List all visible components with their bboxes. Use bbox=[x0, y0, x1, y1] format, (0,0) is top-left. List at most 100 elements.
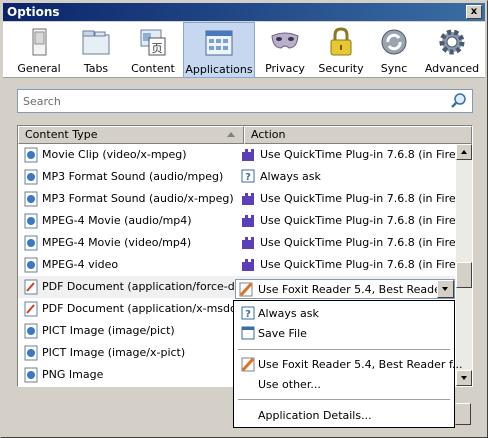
tab-label: Security bbox=[318, 62, 364, 75]
action-text: Always ask bbox=[260, 170, 321, 183]
media-file-icon bbox=[24, 257, 38, 273]
action-text: Use QuickTime Plug-in 7.6.8 (in Firefox) bbox=[260, 214, 473, 227]
general-icon bbox=[32, 28, 47, 56]
title-bar: Options x bbox=[3, 3, 485, 21]
tab-label: Content bbox=[131, 62, 175, 75]
question-icon: ? bbox=[241, 306, 255, 320]
tab-advanced[interactable]: Advanced bbox=[421, 22, 483, 78]
table-row[interactable]: MPEG-4 Movie (audio/mp4) Use QuickTime P… bbox=[18, 210, 472, 232]
plugin-icon bbox=[242, 215, 254, 227]
close-button[interactable]: x bbox=[466, 5, 482, 19]
content-type: MPEG-4 Movie (video/mp4) bbox=[42, 236, 192, 249]
menu-item-label: Save File bbox=[258, 327, 307, 340]
save-window-icon bbox=[241, 326, 255, 340]
plugin-icon bbox=[242, 259, 254, 271]
svg-text:?: ? bbox=[245, 309, 251, 320]
table-row[interactable]: MPEG-4 Movie (video/mp4) Use QuickTime P… bbox=[18, 232, 472, 254]
gear-icon bbox=[439, 29, 465, 55]
action-text: Use QuickTime Plug-in 7.6.8 (in Firefox) bbox=[260, 148, 473, 161]
tab-sync[interactable]: Sync bbox=[371, 22, 417, 78]
scroll-up-button[interactable] bbox=[456, 144, 472, 160]
content-icon: 页 bbox=[140, 29, 166, 56]
pdf-file-icon bbox=[24, 301, 38, 317]
content-type: PDF Document (application/x-msdown... bbox=[42, 302, 264, 315]
table-row[interactable]: MP3 Format Sound (audio/x-mpeg) Use Quic… bbox=[18, 188, 472, 210]
content-type: PNG Image bbox=[42, 368, 104, 381]
search-placeholder: Search bbox=[23, 95, 61, 108]
menu-item-label: Application Details... bbox=[258, 409, 372, 422]
tab-applications[interactable]: Applications bbox=[183, 22, 255, 78]
tab-general[interactable]: General bbox=[11, 22, 67, 78]
menu-item-use-foxit[interactable]: Use Foxit Reader 5.4, Best Reader f... bbox=[235, 355, 463, 375]
media-file-icon bbox=[24, 191, 38, 207]
menu-item-save-file[interactable]: Save File bbox=[235, 324, 453, 344]
dropdown-button[interactable] bbox=[437, 280, 454, 298]
tab-label: Tabs bbox=[83, 62, 109, 75]
media-file-icon bbox=[24, 147, 38, 163]
svg-text:页: 页 bbox=[152, 42, 163, 55]
media-file-icon bbox=[24, 345, 38, 361]
table-row[interactable]: MP3 Format Sound (audio/mpeg) ? Always a… bbox=[18, 166, 454, 188]
action-text: Use QuickTime Plug-in 7.6.8 (in Firefox) bbox=[260, 192, 473, 205]
search-input[interactable]: Search bbox=[17, 89, 473, 113]
menu-item-always-ask[interactable]: ? Always ask bbox=[235, 304, 453, 324]
privacy-mask-icon bbox=[271, 32, 299, 49]
column-label: Content Type bbox=[25, 128, 98, 141]
content-type: MPEG-4 Movie (audio/mp4) bbox=[42, 214, 192, 227]
menu-item-use-other[interactable]: Use other... bbox=[235, 375, 453, 395]
tabs-icon bbox=[82, 30, 110, 55]
action-select-value: Use Foxit Reader 5.4, Best Reade... bbox=[258, 283, 452, 296]
plugin-icon bbox=[242, 237, 254, 249]
list-header: Content Type Action bbox=[18, 126, 472, 144]
dialog-button-edge[interactable] bbox=[455, 403, 471, 425]
media-file-icon bbox=[24, 169, 38, 185]
content-type: MP3 Format Sound (audio/mpeg) bbox=[42, 170, 224, 183]
tab-privacy[interactable]: Privacy bbox=[259, 22, 311, 78]
window-title: Options bbox=[7, 5, 60, 19]
arrow-up-icon bbox=[461, 150, 467, 154]
tab-content[interactable]: 页 Content bbox=[125, 22, 181, 78]
applications-icon bbox=[205, 30, 233, 56]
column-header-content-type[interactable]: Content Type bbox=[18, 126, 244, 144]
menu-item-label: Use other... bbox=[258, 378, 321, 391]
question-icon: ? bbox=[241, 169, 255, 183]
content-type: PICT Image (image/pict) bbox=[42, 324, 175, 337]
content-type: MP3 Format Sound (audio/x-mpeg) bbox=[42, 192, 234, 205]
content-type: PICT Image (image/x-pict) bbox=[42, 346, 186, 359]
scroll-down-button[interactable] bbox=[456, 370, 472, 386]
content-type: PDF Document (application/force-dow... bbox=[42, 280, 260, 293]
chevron-down-icon bbox=[442, 287, 448, 291]
media-file-icon bbox=[24, 323, 38, 339]
media-file-icon bbox=[24, 235, 38, 251]
menu-item-application-details[interactable]: Application Details... bbox=[235, 406, 453, 426]
content-type: Movie Clip (video/x-mpeg) bbox=[42, 148, 187, 161]
sort-ascending-icon bbox=[227, 132, 235, 137]
svg-text:?: ? bbox=[245, 172, 251, 183]
table-row[interactable]: Movie Clip (video/x-mpeg) Use QuickTime … bbox=[18, 144, 472, 166]
scroll-thumb[interactable] bbox=[456, 262, 472, 288]
tab-label: Privacy bbox=[265, 62, 305, 75]
menu-separator bbox=[238, 349, 450, 350]
action-dropdown-menu: ? Always ask Save File Use Foxit Reader … bbox=[233, 300, 463, 428]
column-header-action[interactable]: Action bbox=[244, 126, 472, 144]
plugin-icon bbox=[242, 149, 254, 161]
column-label: Action bbox=[251, 128, 286, 141]
tab-tabs[interactable]: Tabs bbox=[69, 22, 123, 78]
action-select[interactable]: Use Foxit Reader 5.4, Best Reade... bbox=[235, 279, 455, 299]
padlock-icon bbox=[330, 27, 352, 56]
vertical-scrollbar[interactable] bbox=[456, 144, 472, 386]
media-file-icon bbox=[24, 367, 38, 383]
search-icon[interactable] bbox=[450, 92, 468, 110]
action-text: Use QuickTime Plug-in 7.6.8 (in Firefox) bbox=[260, 258, 473, 271]
tab-label: Advanced bbox=[424, 62, 480, 75]
arrow-down-icon bbox=[461, 376, 467, 380]
menu-separator bbox=[238, 399, 450, 400]
category-toolbar: General Tabs 页 Content Applications Priv… bbox=[3, 22, 485, 78]
options-window: Options x General Tabs 页 Content Applica… bbox=[0, 0, 488, 438]
table-row[interactable]: MPEG-4 video Use QuickTime Plug-in 7.6.8… bbox=[18, 254, 472, 276]
content-type: MPEG-4 video bbox=[42, 258, 119, 271]
tab-label: General bbox=[17, 62, 61, 75]
tab-security[interactable]: Security bbox=[313, 22, 369, 78]
menu-item-label: Use Foxit Reader 5.4, Best Reader f... bbox=[258, 358, 463, 371]
menu-item-label: Always ask bbox=[258, 307, 319, 320]
